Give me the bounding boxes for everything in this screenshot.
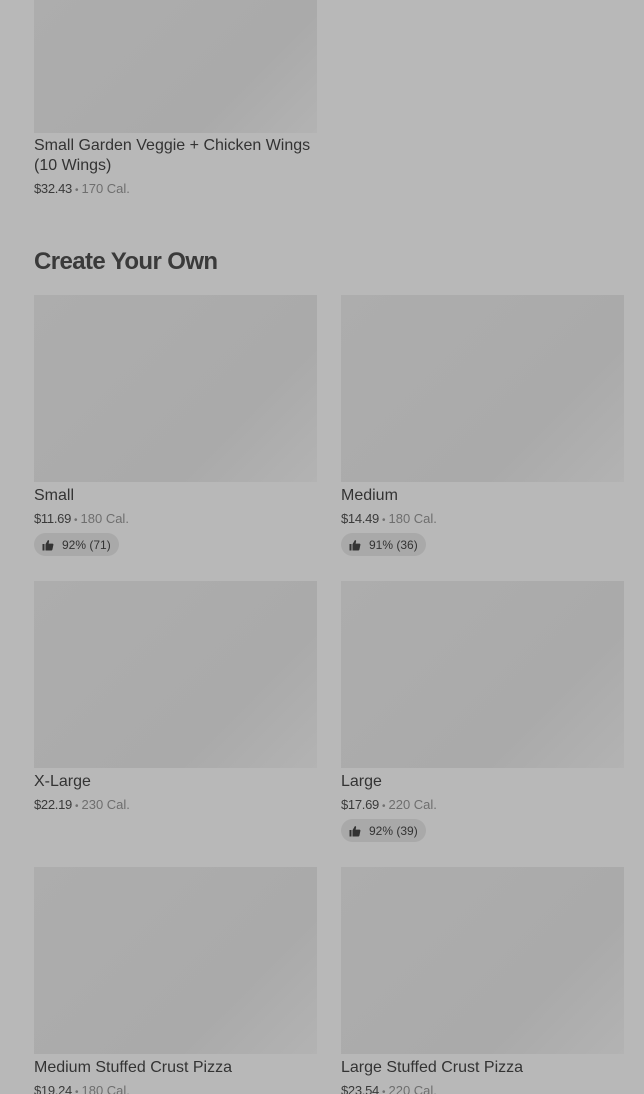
item-image-placeholder [34, 295, 317, 482]
item-calories: 180 Cal. [81, 1083, 130, 1094]
item-price: $22.19 [34, 797, 72, 812]
item-price: $14.49 [341, 511, 379, 526]
item-meta: $19.24 • 180 Cal. [34, 1083, 130, 1094]
item-meta: $22.19 • 230 Cal. [34, 797, 130, 815]
meta-separator: • [74, 515, 78, 526]
item-price: $11.69 [34, 511, 71, 526]
item-name: Large [341, 773, 382, 790]
item-meta: $14.49 • 180 Cal. [341, 511, 437, 529]
meta-separator: • [74, 185, 79, 196]
item-price: $32.43 [34, 181, 72, 196]
menu-item-card[interactable]: Small $11.69 • 180 Cal. 92% (71) [34, 295, 317, 560]
item-image-placeholder [34, 0, 317, 133]
meta-separator: • [381, 515, 386, 526]
meta-separator: • [381, 1087, 386, 1094]
rating-badge: 92% (39) [341, 819, 426, 842]
rating-badge: 91% (36) [341, 533, 426, 556]
item-image-placeholder [34, 867, 317, 1054]
item-name: Medium Stuffed Crust Pizza [34, 1059, 233, 1076]
item-meta: $32.43 • 170 Cal. [34, 181, 130, 199]
rating-text: 92% (71) [62, 537, 111, 552]
rating-text: 91% (36) [369, 537, 418, 552]
thumbs-up-icon [349, 825, 361, 836]
menu-item-card[interactable]: Medium Stuffed Crust Pizza $19.24 • 180 Ca… [34, 867, 317, 1094]
item-calories: 220 Cal. [388, 797, 437, 812]
item-calories: 230 Cal. [81, 797, 130, 812]
meta-separator: • [74, 801, 79, 812]
item-price: $23.54 [341, 1083, 379, 1094]
rating-text: 92% (39) [369, 823, 418, 838]
item-image-placeholder [341, 581, 624, 768]
item-calories: 170 Cal. [81, 181, 130, 196]
rating-badge: 92% (71) [34, 533, 119, 556]
section-title: Create Your Own [34, 248, 218, 275]
meta-separator: • [381, 801, 386, 812]
item-calories: 180 Cal. [80, 511, 129, 526]
item-name: Large Stuffed Crust Pizza [341, 1059, 524, 1076]
menu-item-card[interactable]: X-Large $22.19 • 230 Cal. [34, 581, 317, 826]
thumbs-up-icon [42, 539, 54, 550]
item-image-placeholder [341, 867, 624, 1054]
item-name: Small Garden Veggie + Chicken Wings (10 … [34, 137, 311, 174]
item-meta: $23.54 • 220 Cal. [341, 1083, 437, 1094]
item-image-placeholder [341, 295, 624, 482]
menu-item-card[interactable]: Large Stuffed Crust Pizza $23.54 • 220 Cal… [341, 867, 624, 1094]
meta-separator: • [74, 1087, 79, 1094]
item-image-placeholder [34, 581, 317, 768]
thumbs-up-icon [349, 539, 361, 550]
menu-item-card[interactable]: Medium $14.49 • 180 Cal. 91% (36) [341, 295, 624, 560]
menu-item-card[interactable]: Small Garden Veggie + Chicken Wings (10 … [34, 0, 317, 200]
item-name: X-Large [34, 773, 91, 790]
item-calories: 220 Cal. [388, 1083, 437, 1094]
item-calories: 180 Cal. [388, 511, 437, 526]
menu-page: Small Garden Veggie + Chicken Wings (10 … [0, 0, 644, 1094]
item-meta: $11.69 • 180 Cal. [34, 511, 129, 529]
menu-item-card[interactable]: Large $17.69 • 220 Cal. 92% (39) [341, 581, 624, 846]
item-price: $17.69 [341, 797, 379, 812]
item-name: Medium [341, 487, 398, 504]
item-name: Small [34, 487, 75, 504]
item-price: $19.24 [34, 1083, 72, 1094]
item-meta: $17.69 • 220 Cal. [341, 797, 437, 815]
